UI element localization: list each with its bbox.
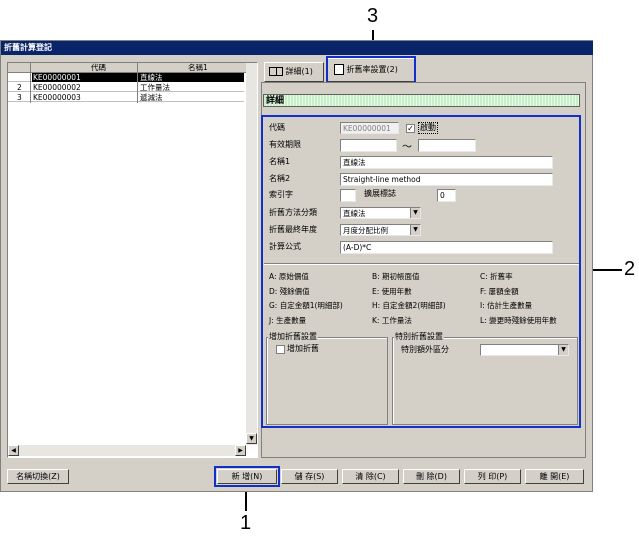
- highlight-tab-box: [326, 56, 416, 84]
- row-number: 3: [17, 93, 22, 102]
- clear-button[interactable]: 清 除(C): [342, 469, 399, 484]
- grid-header: 代碼 名稱1: [8, 63, 257, 73]
- scroll-right-icon[interactable]: ▶: [235, 445, 246, 456]
- table-row[interactable]: 2 KE00000002 工作量法: [8, 83, 244, 92]
- grid-col-divider: [30, 63, 31, 103]
- grid-header-code[interactable]: 代碼: [91, 63, 106, 73]
- row-code: KE00000003: [33, 93, 81, 102]
- record-grid[interactable]: 代碼 名稱1 KE00000001 直線法 2 KE00000002 工作量法 …: [7, 62, 258, 458]
- row-name: 直線法: [138, 73, 244, 82]
- callout-2: 2: [624, 258, 636, 280]
- close-button[interactable]: 離 開(E): [525, 469, 584, 484]
- row-code: KE00000002: [33, 83, 81, 92]
- grid-col-divider: [137, 63, 138, 103]
- row-name: 遞減法: [140, 93, 163, 102]
- grid-header-name[interactable]: 名稱1: [188, 63, 208, 73]
- print-button[interactable]: 列 印(P): [464, 469, 521, 484]
- callout-1: 1: [240, 512, 252, 534]
- save-button[interactable]: 儲 存(S): [281, 469, 338, 484]
- grid-vertical-scrollbar[interactable]: ▼: [246, 63, 257, 445]
- name-switch-button[interactable]: 名稱切換(Z): [7, 469, 69, 484]
- detail-header-title: 詳細: [266, 96, 285, 106]
- callout-3: 3: [367, 5, 379, 27]
- row-name: 工作量法: [140, 83, 170, 92]
- scroll-down-icon[interactable]: ▼: [246, 433, 257, 444]
- detail-section-bar: 詳細: [263, 94, 580, 107]
- book-icon: [269, 67, 283, 76]
- window-title: 折舊計算登記: [1, 41, 593, 55]
- row-code: KE00000001: [32, 73, 138, 82]
- grid-horizontal-scrollbar[interactable]: ◀ ▶: [8, 445, 246, 456]
- row-number: 2: [17, 83, 22, 92]
- highlight-new-box: [214, 466, 280, 487]
- table-row[interactable]: KE00000001 直線法: [8, 73, 244, 82]
- delete-button[interactable]: 刪 除(D): [403, 469, 460, 484]
- scroll-left-icon[interactable]: ◀: [8, 445, 19, 456]
- table-row[interactable]: 3 KE00000003 遞減法: [8, 93, 244, 102]
- tab-detail-label: 詳細(1): [285, 67, 313, 76]
- tab-detail[interactable]: 詳細(1): [264, 62, 324, 82]
- highlight-form-box: [261, 115, 581, 428]
